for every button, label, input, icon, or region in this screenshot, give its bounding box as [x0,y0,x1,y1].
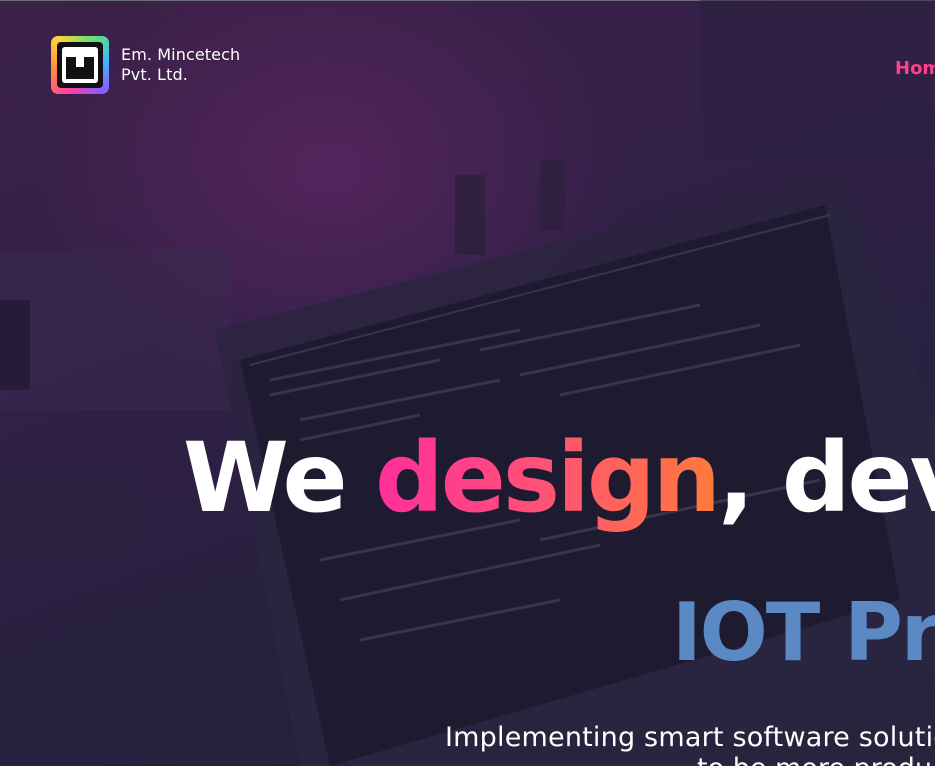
hero-headline-end: , dev [717,422,935,534]
mincetech-logo-icon[interactable] [51,36,109,94]
hero-tagline-line-2: to be more produ [697,752,932,766]
nav-home-link[interactable]: Hom [895,58,935,79]
brand-name[interactable]: Em. Mincetech Pvt. Ltd. [121,45,240,85]
hero-subheadline: IOT Pr [672,586,935,679]
logo-mark [57,42,103,88]
brand-line-2: Pvt. Ltd. [121,65,188,84]
brand-line-1: Em. Mincetech [121,45,241,64]
hero-headline-accent: design [375,422,721,534]
hero-tagline-line-1: Implementing smart software solutio [445,722,935,753]
hero-page: Em. Mincetech Pvt. Ltd. Hom We design, d… [0,0,935,766]
logo-glyph [62,47,98,83]
hero-headline-start: We [183,422,375,534]
hero-headline: We design, dev [183,418,935,538]
